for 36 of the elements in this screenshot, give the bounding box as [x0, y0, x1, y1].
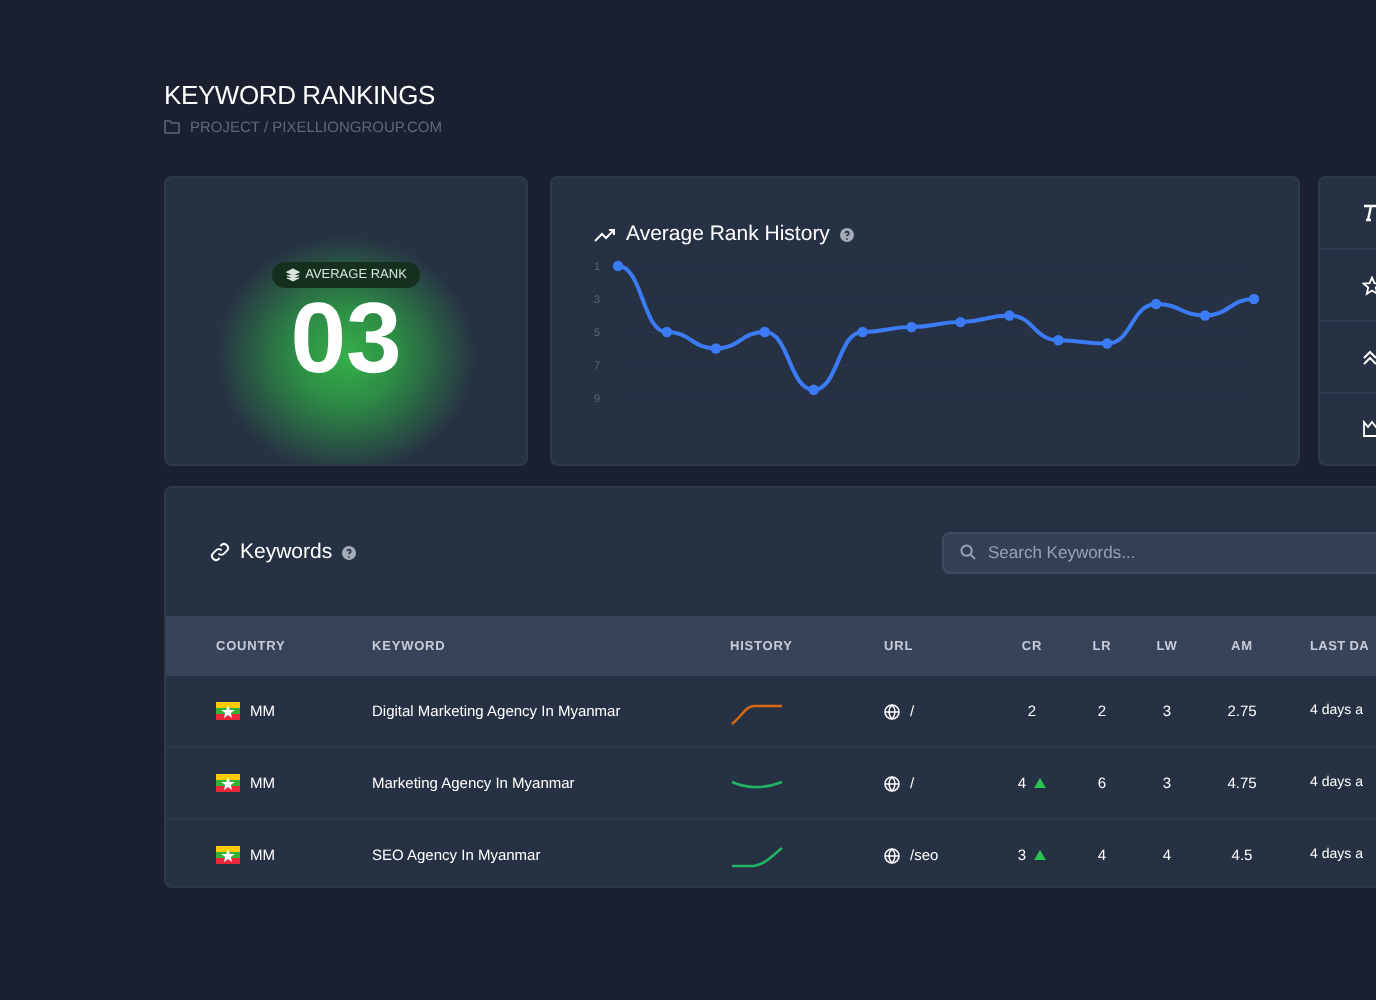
search-icon: [960, 544, 976, 560]
page-title: KEYWORD RANKINGS: [164, 80, 437, 110]
layers-icon: [285, 268, 300, 282]
data-point: [906, 321, 917, 333]
data-point: [1199, 310, 1211, 321]
star-icon[interactable]: [1362, 275, 1376, 295]
data-point: [661, 326, 673, 338]
data-point: [612, 260, 624, 272]
flag-icon: [216, 774, 240, 792]
flag-icon: [216, 846, 240, 864]
data-point: [808, 384, 819, 395]
data-point: [955, 316, 966, 328]
double-chevron-up-icon[interactable]: [1362, 349, 1376, 365]
data-point: [759, 326, 770, 338]
globe-icon: [884, 703, 900, 719]
average-rank-value: 03: [290, 288, 402, 388]
data-point: [710, 343, 722, 354]
data-point: [1102, 338, 1113, 349]
data-point: [1150, 298, 1162, 310]
help-icon[interactable]: [839, 227, 854, 241]
help-icon[interactable]: [342, 545, 357, 559]
card-title: Average Rank History: [626, 222, 830, 246]
data-point: [1004, 310, 1015, 321]
link-icon: [210, 542, 230, 562]
text-icon[interactable]: [1362, 204, 1376, 222]
search-field[interactable]: Search Keywords...: [942, 531, 1376, 573]
folder-icon: [164, 120, 180, 134]
crown-icon[interactable]: [1362, 420, 1376, 438]
globe-icon: [884, 847, 900, 863]
flag-icon: [216, 702, 240, 720]
trend-up-icon: [594, 227, 616, 241]
card-title: Keywords: [240, 540, 333, 564]
data-point: [1248, 293, 1260, 305]
data-point: [1053, 335, 1064, 346]
globe-icon: [884, 775, 900, 791]
data-point: [857, 326, 868, 338]
